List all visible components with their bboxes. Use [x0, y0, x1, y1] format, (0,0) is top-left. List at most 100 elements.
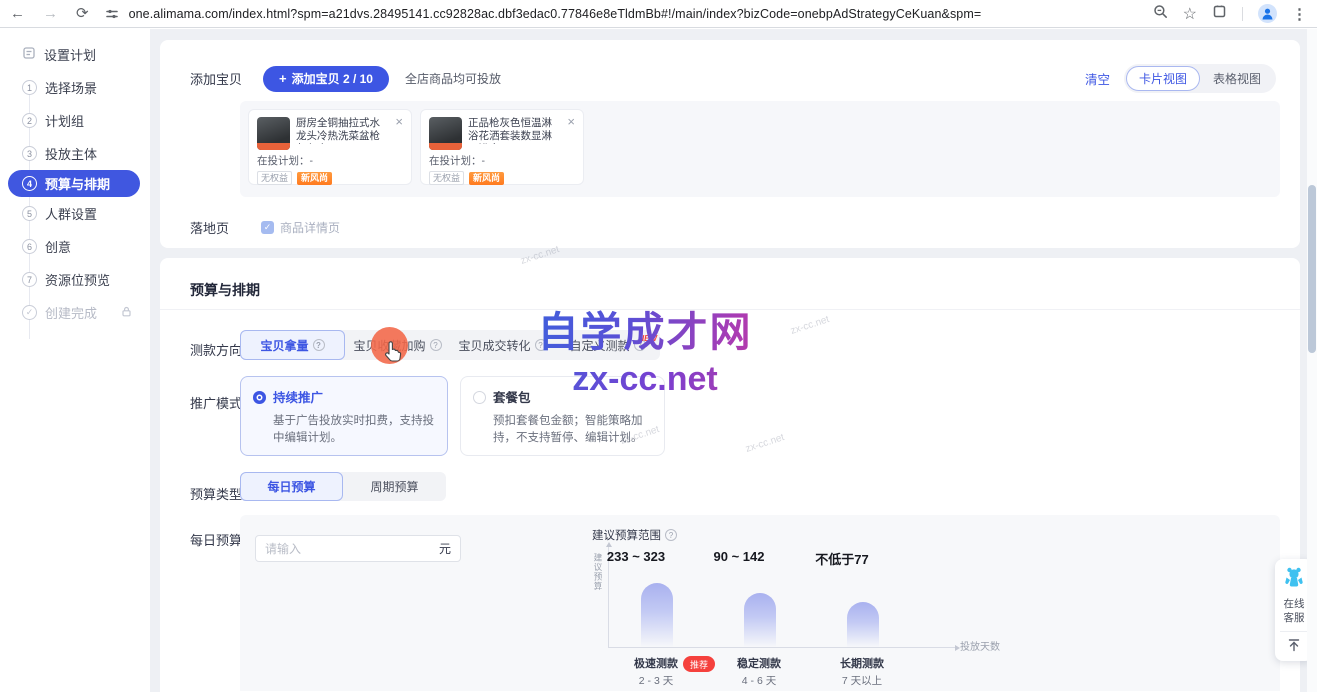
reload-icon[interactable]: ⟳: [76, 6, 89, 21]
product-plan-status: 在投计划：-: [257, 153, 403, 168]
add-items-label: 添加宝贝: [190, 69, 242, 88]
budget-schedule-card: 预算与排期 测款方向 宝贝拿量 ? 宝贝收藏加购 ? 宝贝成交转化 ? 自定义测…: [160, 258, 1300, 692]
chart-bar: [641, 583, 673, 647]
budget-type-label: 预算类型: [190, 484, 242, 503]
product-card[interactable]: 正品枪灰色恒温淋浴花洒套装数显淋雨浴全... × 在投计划：- 无权益 新风尚: [420, 109, 584, 185]
step-number: 2: [22, 113, 37, 128]
sidebar-item-label: 创意: [45, 237, 71, 256]
sidebar-item-scene[interactable]: 1 选择场景: [0, 71, 150, 104]
landing-checkbox[interactable]: ✓: [261, 221, 274, 234]
sidebar-item-label: 计划组: [45, 111, 84, 130]
sidebar-item-plan-group[interactable]: 2 计划组: [0, 104, 150, 137]
sidebar-item-plan-settings[interactable]: 设置计划: [0, 38, 150, 71]
landing-option-label: 商品详情页: [280, 219, 340, 236]
extensions-icon[interactable]: [1212, 4, 1227, 24]
sidebar-item-label: 资源位预览: [45, 270, 110, 289]
budget-type-period[interactable]: 周期预算: [343, 472, 446, 501]
info-icon[interactable]: ?: [430, 339, 442, 351]
daily-budget-panel: 元 建议预算范围 ? 建议预算 233: [240, 515, 1280, 691]
product-title: 正品枪灰色恒温淋浴花洒套装数显淋雨浴全...: [468, 117, 561, 144]
chart-category: 稳定测款 4 - 6 天: [704, 655, 814, 688]
budget-type-segment: 每日预算 周期预算: [240, 472, 446, 501]
radio-unselected-icon[interactable]: [473, 391, 486, 404]
sidebar-item-budget-schedule[interactable]: 4 预算与排期: [8, 170, 140, 197]
sidebar-item-label: 创建完成: [45, 303, 97, 322]
site-info-icon[interactable]: [105, 7, 119, 21]
card-view-tab[interactable]: 卡片视图: [1126, 66, 1200, 91]
step-number: 5: [22, 206, 37, 221]
product-title: 厨房全铜抽拉式水龙头冷热洗菜盆枪灰色水...: [296, 117, 389, 144]
sidebar-item-subject[interactable]: 3 投放主体: [0, 137, 150, 170]
info-icon[interactable]: ?: [535, 339, 547, 351]
browser-toolbar: ← → ⟳ one.alimama.com/index.html?spm=a21…: [0, 0, 1317, 28]
y-axis-arrow: [606, 542, 612, 547]
chart-category: 极速测款 2 - 3 天 推荐: [601, 655, 711, 688]
selected-products-panel: 厨房全铜抽拉式水龙头冷热洗菜盆枪灰色水... × 在投计划：- 无权益 新风尚 …: [240, 101, 1280, 197]
bar-value-label: 不低于77: [787, 549, 897, 568]
info-icon[interactable]: ?: [665, 529, 677, 541]
new-badge: NEW: [638, 334, 657, 343]
product-image: [429, 117, 462, 150]
mode-title: 套餐包: [493, 387, 531, 406]
no-rights-badge: 无权益: [429, 171, 464, 185]
scrollbar-thumb[interactable]: [1308, 185, 1316, 353]
view-switcher: 卡片视图 表格视图: [1124, 64, 1276, 93]
chart-category: 长期测款 7 天以上: [807, 655, 917, 688]
direction-option-volume[interactable]: 宝贝拿量 ?: [240, 330, 345, 360]
sidebar-item-label: 选择场景: [45, 78, 97, 97]
lock-icon: [121, 305, 132, 320]
bookmark-star-icon[interactable]: ☆: [1183, 4, 1197, 24]
step-check-icon: ✓: [22, 305, 37, 320]
section-title: 预算与排期: [190, 280, 260, 300]
mode-card-package[interactable]: 套餐包 预扣套餐包金额；智能策略加持，不支持暂停、编辑计划。: [460, 376, 665, 456]
test-direction-segment: 宝贝拿量 ? 宝贝收藏加购 ? 宝贝成交转化 ? 自定义测款 ? NEW: [240, 330, 660, 360]
product-card[interactable]: 厨房全铜抽拉式水龙头冷热洗菜盆枪灰色水... × 在投计划：- 无权益 新风尚: [248, 109, 412, 185]
mode-description: 预扣套餐包金额；智能策略加持，不支持暂停、编辑计划。: [493, 413, 665, 446]
step-number: 6: [22, 239, 37, 254]
remove-product-icon[interactable]: ×: [567, 117, 575, 150]
budget-type-daily[interactable]: 每日预算: [240, 472, 343, 501]
scrollbar-track[interactable]: [1307, 29, 1317, 692]
step-sidebar: 设置计划 1 选择场景 2 计划组 3 投放主体 4 预算与排期 5 人群设置: [0, 29, 150, 692]
table-view-tab[interactable]: 表格视图: [1200, 66, 1274, 91]
direction-option-custom[interactable]: 自定义测款 ? NEW: [555, 330, 660, 360]
back-icon[interactable]: ←: [10, 6, 25, 21]
store-scope-hint: 全店商品均可投放: [405, 70, 501, 87]
no-rights-badge: 无权益: [257, 171, 292, 185]
forward-icon[interactable]: →: [43, 6, 58, 21]
bar-value-label: 90 ~ 142: [684, 549, 794, 564]
sidebar-item-label: 设置计划: [44, 45, 96, 64]
sidebar-item-audience[interactable]: 5 人群设置: [0, 197, 150, 230]
daily-budget-input-wrap: 元: [255, 535, 461, 562]
sidebar-item-placement-preview[interactable]: 7 资源位预览: [0, 263, 150, 296]
menu-icon[interactable]: ⋮: [1292, 5, 1307, 23]
sidebar-item-label: 投放主体: [45, 144, 97, 163]
remove-product-icon[interactable]: ×: [395, 117, 403, 150]
profile-avatar[interactable]: [1258, 4, 1277, 23]
mode-description: 基于广告投放实时扣费，支持投中编辑计划。: [273, 413, 445, 446]
daily-budget-input[interactable]: [265, 542, 439, 556]
info-icon[interactable]: ?: [313, 339, 325, 351]
daily-budget-label: 每日预算: [190, 530, 242, 549]
radio-selected-icon[interactable]: [253, 391, 266, 404]
address-bar[interactable]: one.alimama.com/index.html?spm=a21dvs.28…: [129, 7, 1143, 21]
product-plan-status: 在投计划：-: [429, 153, 575, 168]
section-divider: [160, 309, 1300, 310]
step-number: 1: [22, 80, 37, 95]
sidebar-item-label: 预算与排期: [45, 174, 110, 193]
back-to-top-icon[interactable]: [1287, 639, 1301, 656]
mode-card-continuous[interactable]: 持续推广 基于广告投放实时扣费，支持投中编辑计划。: [240, 376, 448, 456]
zoom-icon[interactable]: [1153, 4, 1168, 24]
sidebar-item-creative[interactable]: 6 创意: [0, 230, 150, 263]
chart-bar: [744, 593, 776, 647]
direction-option-conversion[interactable]: 宝贝成交转化 ?: [450, 330, 555, 360]
test-direction-label: 测款方向: [190, 340, 242, 359]
clear-all-link[interactable]: 清空: [1085, 69, 1110, 88]
mode-title: 持续推广: [273, 387, 323, 406]
direction-option-favorite-cart[interactable]: 宝贝收藏加购 ?: [345, 330, 450, 360]
widget-divider: [1280, 631, 1308, 632]
plan-settings-icon: [22, 46, 36, 63]
product-image: [257, 117, 290, 150]
chart-bar: [847, 602, 879, 647]
add-item-button[interactable]: + 添加宝贝 2 / 10: [263, 66, 389, 92]
